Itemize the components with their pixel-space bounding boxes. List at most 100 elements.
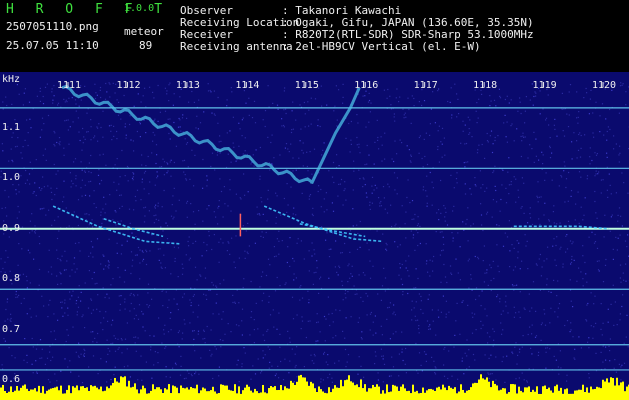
noise-pixel: [102, 208, 104, 210]
noise-pixel: [559, 222, 561, 224]
noise-pixel: [546, 278, 548, 280]
noise-pixel: [437, 130, 439, 132]
noise-pixel: [301, 316, 303, 318]
noise-pixel: [43, 123, 45, 125]
noise-pixel: [576, 91, 578, 93]
noise-pixel: [558, 303, 561, 305]
noise-pixel: [312, 207, 314, 209]
noise-pixel: [356, 136, 358, 139]
noise-pixel: [113, 125, 115, 127]
noise-pixel: [413, 218, 415, 220]
activity-histogram-bar: [548, 387, 550, 400]
activity-histogram-bar: [58, 390, 60, 400]
noise-pixel: [489, 336, 491, 338]
observer-label: Observer: [180, 4, 233, 17]
noise-pixel: [145, 132, 147, 134]
noise-pixel: [257, 328, 259, 330]
noise-pixel: [88, 162, 90, 164]
noise-pixel: [619, 85, 622, 87]
noise-pixel: [610, 193, 612, 195]
noise-pixel: [621, 84, 623, 86]
activity-histogram-bar: [198, 393, 200, 400]
noise-pixel: [170, 159, 172, 161]
noise-pixel: [317, 340, 319, 342]
noise-pixel: [102, 110, 104, 112]
noise-pixel: [142, 313, 144, 315]
noise-pixel: [396, 177, 398, 179]
noise-pixel: [57, 170, 59, 172]
x-tick-label: 1117: [413, 80, 438, 91]
noise-pixel: [407, 292, 409, 295]
noise-pixel: [248, 114, 250, 116]
noise-pixel: [492, 345, 494, 347]
noise-pixel: [231, 91, 233, 93]
noise-pixel: [444, 216, 446, 218]
noise-pixel: [350, 120, 352, 123]
noise-pixel: [230, 331, 232, 333]
noise-pixel: [368, 154, 370, 156]
noise-pixel: [426, 195, 428, 197]
noise-pixel: [194, 373, 196, 375]
noise-pixel: [384, 277, 387, 279]
activity-histogram-bar: [624, 391, 626, 400]
noise-pixel: [259, 286, 261, 288]
noise-pixel: [342, 102, 344, 104]
activity-histogram-bar: [232, 390, 234, 400]
noise-pixel: [133, 150, 135, 152]
noise-pixel: [67, 314, 69, 316]
noise-pixel: [81, 316, 83, 318]
noise-pixel: [349, 151, 351, 153]
noise-pixel: [36, 371, 38, 373]
noise-pixel: [472, 223, 474, 225]
noise-pixel: [514, 266, 516, 268]
noise-pixel: [181, 273, 184, 275]
noise-pixel: [8, 196, 10, 198]
noise-pixel: [163, 174, 165, 176]
noise-pixel: [119, 309, 121, 311]
activity-histogram-bar: [406, 391, 408, 400]
noise-pixel: [593, 326, 595, 328]
noise-pixel: [535, 310, 537, 312]
noise-pixel: [110, 284, 112, 286]
noise-pixel: [604, 264, 607, 266]
noise-pixel: [508, 157, 510, 159]
noise-pixel: [78, 356, 80, 358]
noise-pixel: [36, 372, 38, 374]
noise-pixel: [84, 194, 87, 196]
noise-pixel: [351, 265, 353, 267]
activity-histogram-bar: [114, 377, 116, 400]
noise-pixel: [623, 342, 625, 344]
noise-pixel: [617, 237, 619, 239]
activity-histogram-bar: [248, 386, 250, 400]
noise-pixel: [578, 133, 580, 136]
noise-pixel: [96, 308, 98, 310]
noise-pixel: [22, 146, 24, 148]
noise-pixel: [165, 366, 167, 368]
noise-pixel: [433, 360, 435, 362]
noise-pixel: [585, 87, 587, 90]
activity-histogram-bar: [290, 380, 292, 400]
noise-pixel: [164, 347, 166, 349]
noise-pixel: [368, 249, 370, 251]
noise-pixel: [535, 335, 538, 337]
noise-pixel: [216, 286, 218, 288]
y-axis-unit: kHz: [2, 74, 21, 85]
noise-pixel: [335, 240, 337, 242]
noise-pixel: [353, 236, 355, 238]
noise-pixel: [467, 304, 469, 306]
noise-pixel: [133, 336, 135, 338]
noise-pixel: [574, 348, 576, 350]
activity-histogram-bar: [586, 387, 588, 400]
noise-pixel: [517, 251, 519, 253]
activity-histogram-bar: [170, 393, 172, 400]
noise-pixel: [167, 170, 169, 172]
noise-pixel: [618, 363, 620, 365]
noise-pixel: [589, 156, 591, 158]
noise-pixel: [93, 203, 95, 205]
noise-pixel: [563, 135, 566, 137]
noise-pixel: [475, 110, 477, 112]
noise-pixel: [6, 104, 8, 107]
noise-pixel: [250, 378, 252, 380]
noise-pixel: [106, 293, 108, 295]
noise-pixel: [603, 134, 605, 136]
